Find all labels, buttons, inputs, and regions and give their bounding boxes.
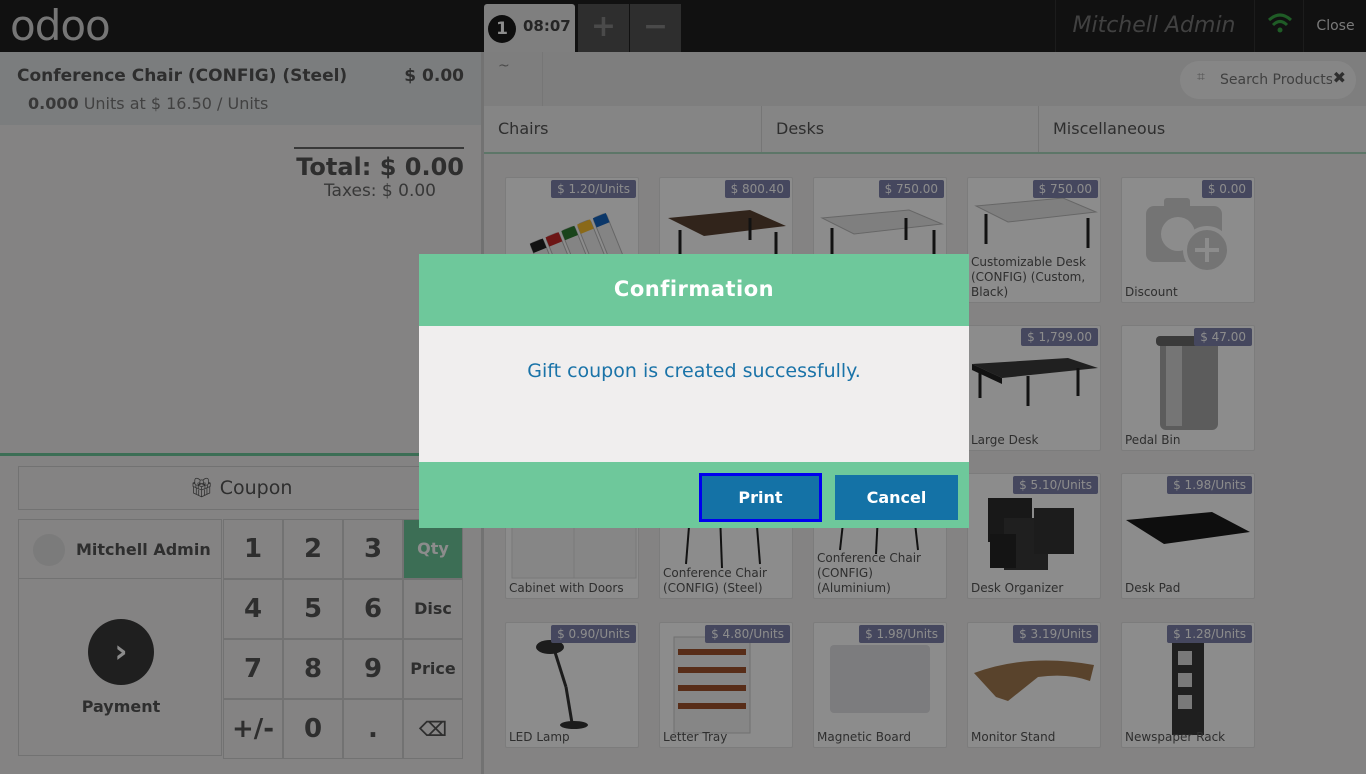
print-button[interactable]: Print xyxy=(699,473,822,522)
dialog-message: Gift coupon is created successfully. xyxy=(527,360,861,382)
dialog-footer: Print Cancel xyxy=(419,462,969,528)
dialog-title: Confirmation xyxy=(419,254,969,326)
confirmation-dialog: Confirmation Gift coupon is created succ… xyxy=(419,254,969,528)
cancel-button[interactable]: Cancel xyxy=(835,475,958,520)
